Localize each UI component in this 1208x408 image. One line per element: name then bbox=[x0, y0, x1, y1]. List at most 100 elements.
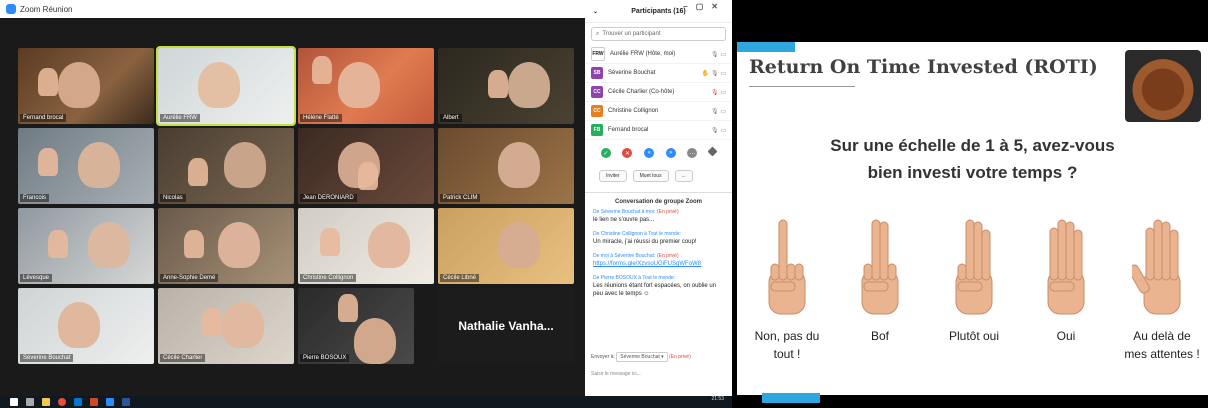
faster-icon[interactable]: » bbox=[665, 148, 676, 158]
participant-row[interactable]: FRW Aurélie FRW (Hôte, moi) 🎙 ▭ bbox=[585, 45, 732, 64]
video-tile[interactable]: Cécile Charlier bbox=[158, 288, 294, 364]
avatar: CC bbox=[591, 86, 603, 98]
participant-name: Cécile Charlier (Co-hôte) bbox=[608, 89, 675, 95]
mute-all-button[interactable]: Muet tous bbox=[632, 170, 669, 182]
message-private-flag: (En privé) bbox=[656, 253, 679, 259]
question-line-2: bien investi votre temps ? bbox=[867, 163, 1078, 182]
hand-2-fingers-icon bbox=[861, 219, 899, 315]
video-tile[interactable]: Albert bbox=[438, 48, 574, 124]
tile-name: Patrick CLIM bbox=[440, 194, 481, 202]
scale-label: Plutôt oui bbox=[948, 329, 1000, 343]
slide-title-underline bbox=[749, 86, 855, 88]
message-text: Les réunions étant fort espacées, on oub… bbox=[593, 283, 717, 297]
avatar: FRW bbox=[591, 47, 605, 61]
clear-icon[interactable] bbox=[707, 146, 718, 157]
video-tile[interactable]: Séverine Bouchat bbox=[18, 288, 154, 364]
video-gallery: Fernand brocal Aurélie FRW Hélène Flatté… bbox=[18, 46, 574, 366]
video-tile-camera-off[interactable]: Nathalie Vanha... bbox=[438, 288, 574, 364]
video-tile-active-speaker[interactable]: Aurélie FRW bbox=[156, 46, 296, 126]
maximize-icon[interactable]: ▢ bbox=[696, 2, 712, 11]
send-to-dropdown[interactable]: Séverine Bouchat ▾ bbox=[616, 352, 668, 362]
video-tile[interactable]: Nicolas bbox=[158, 128, 294, 204]
slide-question: Sur une échelle de 1 à 5, avez-vous bien… bbox=[737, 132, 1208, 186]
video-tile[interactable]: Francois bbox=[18, 128, 154, 204]
more-icon[interactable]: … bbox=[687, 148, 698, 158]
word-icon[interactable] bbox=[122, 398, 130, 406]
video-tile[interactable]: Lévesque bbox=[18, 208, 154, 284]
tile-name: Anne-Sophie Demé bbox=[160, 274, 219, 282]
message-sender: De Christine Collignon à Tout le monde: bbox=[593, 231, 682, 237]
raised-hand-icon: ✋ 🎙 ▭ bbox=[701, 70, 726, 77]
participant-row[interactable]: CC Christine Collignon 🎙 ▭ bbox=[585, 102, 732, 121]
tile-name: Nicolas bbox=[160, 194, 186, 202]
search-placeholder: Trouver un participant bbox=[602, 31, 661, 37]
video-tile[interactable]: Patrick CLIM bbox=[438, 128, 574, 204]
scale-label: Bof bbox=[870, 329, 889, 343]
tile-name: Christine Collignon bbox=[300, 274, 357, 282]
zoom-taskbar-icon[interactable] bbox=[106, 398, 114, 406]
scale-label: Non, pas du tout ! bbox=[754, 329, 820, 361]
scale-label: Oui bbox=[1056, 329, 1076, 343]
chat-message: De Séverine Bouchat à moi: (En privé) le… bbox=[585, 205, 732, 227]
hand-3-fingers-icon bbox=[955, 219, 993, 315]
roast-dish-image bbox=[1125, 50, 1201, 122]
participant-row[interactable]: CC Cécile Charlier (Co-hôte) 🎙 ▭ bbox=[585, 83, 732, 102]
participant-search-input[interactable]: ⌕ Trouver un participant bbox=[591, 27, 726, 41]
message-sender: De Séverine Bouchat à moi: bbox=[593, 209, 656, 215]
mic-camera-icons: 🎙 ▭ bbox=[711, 51, 726, 58]
participant-name: Fernand brocal bbox=[608, 127, 649, 133]
chat-message-input[interactable]: Saisir le message ici... bbox=[591, 371, 641, 377]
avatar: CC bbox=[591, 105, 603, 117]
chrome-icon[interactable] bbox=[58, 398, 66, 406]
tile-name: Hélène Flatté bbox=[300, 114, 342, 122]
video-tile[interactable]: Hélène Flatté bbox=[298, 48, 434, 124]
video-tile[interactable]: Pierre BOSOUX bbox=[298, 288, 414, 364]
video-tile[interactable]: Christine Collignon bbox=[298, 208, 434, 284]
tile-name: Aurélie FRW bbox=[160, 114, 200, 122]
chat-header: Conversation de groupe Zoom bbox=[585, 192, 732, 205]
participant-row[interactable]: SB Séverine Bouchat ✋ 🎙 ▭ bbox=[585, 64, 732, 83]
chat-message: De Christine Collignon à Tout le monde: … bbox=[585, 227, 732, 249]
video-tile[interactable]: Anne-Sophie Demé bbox=[158, 208, 294, 284]
close-icon[interactable]: ✕ bbox=[711, 2, 726, 11]
windows-taskbar: 21:53 bbox=[0, 396, 732, 408]
video-tile[interactable]: Fernand brocal bbox=[18, 48, 154, 124]
tile-name: Pierre BOSOUX bbox=[300, 354, 350, 362]
yes-icon[interactable]: ✓ bbox=[600, 148, 611, 158]
chevron-down-icon[interactable]: ⌄ bbox=[593, 8, 598, 15]
task-view-icon[interactable] bbox=[26, 398, 34, 406]
tile-name: Cécile Libné bbox=[440, 274, 480, 282]
chat-message: De moi à Séverine Bouchat: (En privé) ht… bbox=[585, 249, 732, 271]
more-options-button[interactable]: ... bbox=[674, 170, 693, 182]
message-link[interactable]: https://forms.gle/XzvsoUGiFUSgWFoW8 bbox=[593, 261, 701, 267]
participant-row[interactable]: FB Fernand brocal 🎙 ▭ bbox=[585, 121, 732, 140]
outlook-icon[interactable] bbox=[74, 398, 82, 406]
invite-button[interactable]: Inviter bbox=[599, 170, 627, 182]
mic-muted-icon: 🎙 ▭ bbox=[711, 89, 726, 96]
message-text: le lien ne s'ouvre pas... bbox=[593, 217, 655, 223]
tile-name: Cécile Charlier bbox=[160, 354, 206, 362]
file-explorer-icon[interactable] bbox=[42, 398, 50, 406]
tile-name: Lévesque bbox=[20, 274, 53, 282]
powerpoint-icon[interactable] bbox=[90, 398, 98, 406]
participants-header: ⌄ Participants (16) –▢✕ bbox=[585, 0, 732, 23]
avatar: FB bbox=[591, 124, 603, 136]
windows-start-icon[interactable] bbox=[10, 398, 18, 406]
scale-label: Au delà de mes attentes ! bbox=[1124, 329, 1200, 361]
video-tile[interactable]: Jean DERONIARD bbox=[298, 128, 434, 204]
video-tile[interactable]: Cécile Libné bbox=[438, 208, 574, 284]
participant-name: Christine Collignon bbox=[608, 108, 659, 114]
taskbar-clock: 21:53 bbox=[711, 396, 724, 402]
minimize-icon[interactable]: – bbox=[683, 2, 695, 11]
hand-1-fingers-icon bbox=[768, 219, 806, 315]
slower-icon[interactable]: « bbox=[644, 148, 655, 158]
slide-accent-bar bbox=[737, 42, 795, 52]
participants-actions: Inviter Muet tous ... bbox=[585, 166, 732, 186]
reaction-bar: ✓ ✕ « » … bbox=[585, 140, 732, 166]
no-icon[interactable]: ✕ bbox=[622, 148, 633, 158]
participant-name: Aurélie FRW (Hôte, moi) bbox=[610, 51, 676, 57]
window-title: Zoom Réunion bbox=[20, 4, 73, 14]
slide-title: Return On Time Invested (ROTI) bbox=[749, 56, 1098, 78]
message-private-flag: (En privé) bbox=[656, 209, 679, 215]
hand-5-fingers-icon bbox=[1132, 219, 1181, 315]
